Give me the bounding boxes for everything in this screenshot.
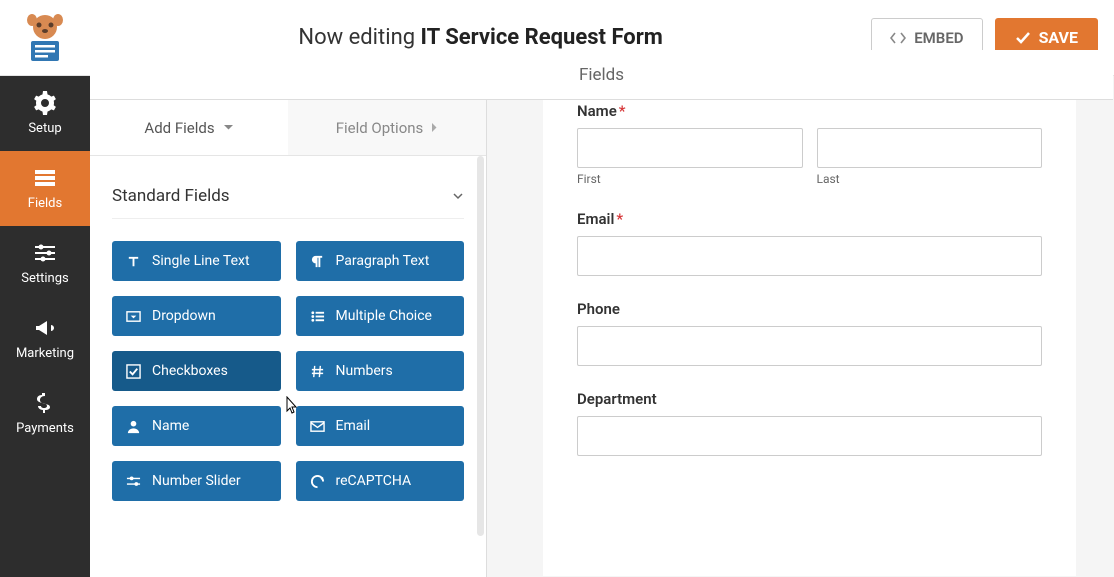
preview-form-container: Name* First Last Email* Phone xyxy=(543,76,1076,576)
field-single-line-text[interactable]: Single Line Text xyxy=(112,241,281,281)
last-name-col: Last xyxy=(817,128,1043,186)
chevron-right-icon xyxy=(431,122,438,133)
embed-label: EMBED xyxy=(914,29,963,47)
form-preview: Name* First Last Email* Phone xyxy=(487,76,1114,577)
user-icon xyxy=(126,419,141,434)
form-field-phone[interactable]: Phone xyxy=(577,300,1042,366)
wpforms-logo-icon xyxy=(17,13,73,63)
department-input[interactable] xyxy=(577,416,1042,456)
field-label: Paragraph Text xyxy=(336,253,430,269)
field-label: reCAPTCHA xyxy=(336,473,412,489)
left-nav: Setup Fields Settings Marketing Payments xyxy=(0,76,90,577)
sliders-icon xyxy=(33,241,57,265)
nav-payments-label: Payments xyxy=(16,421,74,436)
save-label: SAVE xyxy=(1039,28,1078,47)
field-label: Dropdown xyxy=(152,308,216,324)
code-icon xyxy=(890,31,906,45)
dropdown-icon xyxy=(126,309,141,324)
nav-settings-label: Settings xyxy=(21,271,68,286)
field-label: Email xyxy=(336,418,371,434)
label-text: Name xyxy=(577,102,617,120)
field-email[interactable]: Email xyxy=(296,406,465,446)
form-icon xyxy=(33,166,57,190)
tab-add-fields[interactable]: Add Fields xyxy=(90,100,288,155)
section-standard-fields[interactable]: Standard Fields xyxy=(112,176,464,219)
field-multiple-choice[interactable]: Multiple Choice xyxy=(296,296,465,336)
field-label: Numbers xyxy=(336,363,393,379)
field-numbers[interactable]: Numbers xyxy=(296,351,465,391)
nav-marketing[interactable]: Marketing xyxy=(0,301,90,376)
nav-fields[interactable]: Fields xyxy=(0,151,90,226)
label-text: Email xyxy=(577,210,614,228)
name-row: First Last xyxy=(577,128,1042,186)
nav-marketing-label: Marketing xyxy=(16,346,74,361)
field-paragraph-text[interactable]: Paragraph Text xyxy=(296,241,465,281)
dollar-icon xyxy=(33,391,57,415)
nav-setup-label: Setup xyxy=(28,121,61,136)
field-label: Checkboxes xyxy=(152,363,228,379)
email-label: Email* xyxy=(577,210,1042,228)
first-sublabel: First xyxy=(577,172,803,186)
field-label: Number Slider xyxy=(152,473,241,489)
email-input[interactable] xyxy=(577,236,1042,276)
nav-payments[interactable]: Payments xyxy=(0,376,90,451)
fields-panel: Fields Add Fields Field Options Standard… xyxy=(90,76,487,577)
field-dropdown[interactable]: Dropdown xyxy=(112,296,281,336)
gear-icon xyxy=(33,91,57,115)
hash-icon xyxy=(310,364,325,379)
phone-label: Phone xyxy=(577,300,1042,318)
field-label: Multiple Choice xyxy=(336,308,432,324)
slider-icon xyxy=(126,474,141,489)
title-prefix: Now editing xyxy=(298,25,420,50)
list-icon xyxy=(310,309,325,324)
check-icon xyxy=(1015,31,1031,45)
field-grid: Single Line Text Paragraph Text Dropdown… xyxy=(112,241,464,501)
app-logo xyxy=(0,0,90,76)
page-title: Now editing IT Service Request Form xyxy=(90,25,871,50)
last-sublabel: Last xyxy=(817,172,1043,186)
nav-settings[interactable]: Settings xyxy=(0,226,90,301)
field-label: Name xyxy=(152,418,189,434)
field-name[interactable]: Name xyxy=(112,406,281,446)
panel-tabs: Add Fields Field Options xyxy=(90,100,486,156)
panel-body: Standard Fields Single Line Text Paragra… xyxy=(90,156,486,577)
field-number-slider[interactable]: Number Slider xyxy=(112,461,281,501)
form-field-name[interactable]: Name* First Last xyxy=(577,102,1042,186)
recaptcha-icon xyxy=(310,474,325,489)
tab-options-label: Field Options xyxy=(336,119,424,137)
tab-add-label: Add Fields xyxy=(144,119,214,137)
nav-fields-label: Fields xyxy=(28,196,62,211)
text-icon xyxy=(126,254,141,269)
main-area: Setup Fields Settings Marketing Payments… xyxy=(0,76,1114,577)
envelope-icon xyxy=(310,419,325,434)
chevron-down-icon xyxy=(223,124,234,131)
nav-setup[interactable]: Setup xyxy=(0,76,90,151)
phone-input[interactable] xyxy=(577,326,1042,366)
bullhorn-icon xyxy=(33,316,57,340)
fields-header: Fields xyxy=(90,50,1113,100)
chevron-down-icon xyxy=(452,192,464,200)
first-name-input[interactable] xyxy=(577,128,803,168)
field-recaptcha[interactable]: reCAPTCHA xyxy=(296,461,465,501)
checkbox-icon xyxy=(126,364,141,379)
required-mark: * xyxy=(616,210,623,228)
field-label: Single Line Text xyxy=(152,253,250,269)
tab-field-options[interactable]: Field Options xyxy=(288,100,486,155)
title-form-name: IT Service Request Form xyxy=(421,25,663,50)
form-field-email[interactable]: Email* xyxy=(577,210,1042,276)
department-label: Department xyxy=(577,390,1042,408)
section-title: Standard Fields xyxy=(112,186,230,206)
form-field-department[interactable]: Department xyxy=(577,390,1042,456)
name-label: Name* xyxy=(577,102,1042,120)
required-mark: * xyxy=(619,102,626,120)
scrollbar[interactable] xyxy=(477,156,484,536)
field-checkboxes[interactable]: Checkboxes xyxy=(112,351,281,391)
last-name-input[interactable] xyxy=(817,128,1043,168)
first-name-col: First xyxy=(577,128,803,186)
paragraph-icon xyxy=(310,254,325,269)
